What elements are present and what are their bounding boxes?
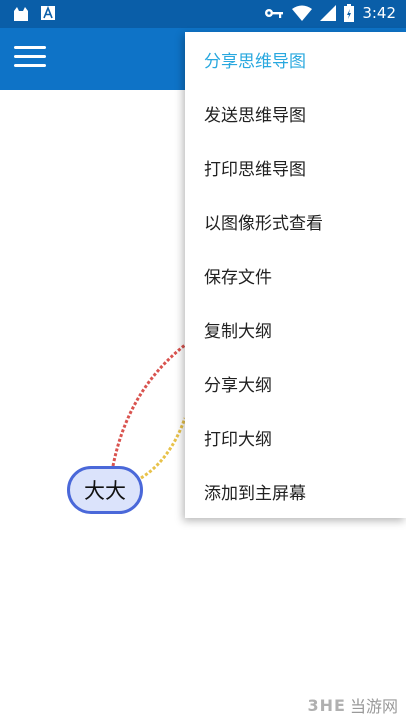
watermark-text: 当游网 — [349, 697, 398, 716]
central-topic-label: 大大 — [84, 479, 126, 503]
menu-item-add-to-home-screen[interactable]: 添加到主屏幕 — [185, 464, 406, 518]
watermark: 3HE 当游网 — [308, 693, 398, 717]
status-time: 3:42 — [362, 4, 396, 22]
menu-item-send-mindmap[interactable]: 发送思维导图 — [185, 86, 406, 140]
status-right-icons: 3:42 — [264, 4, 396, 22]
menu-item-label: 分享思维导图 — [204, 51, 306, 72]
branch-line-red — [111, 343, 186, 467]
key-icon — [265, 9, 284, 18]
menu-item-save-file[interactable]: 保存文件 — [185, 248, 406, 302]
menu-item-label: 分享大纲 — [204, 375, 272, 396]
status-bar: 3:42 — [0, 0, 406, 28]
signal-icon — [320, 5, 337, 21]
menu-item-print-mindmap[interactable]: 打印思维导图 — [185, 140, 406, 194]
watermark-logo: 3HE — [307, 695, 346, 715]
font-app-icon — [41, 5, 55, 20]
branch-line-yellow — [140, 417, 187, 480]
wifi-icon — [292, 5, 313, 21]
menu-item-share-mindmap[interactable]: 分享思维导图 — [185, 32, 406, 86]
menu-item-label: 发送思维导图 — [204, 105, 306, 126]
menu-item-share-outline[interactable]: 分享大纲 — [185, 356, 406, 410]
menu-item-label: 以图像形式查看 — [204, 213, 323, 234]
central-topic-node[interactable]: 大大 — [67, 466, 143, 514]
menu-item-label: 复制大纲 — [204, 321, 272, 342]
battery-icon — [344, 4, 355, 22]
menu-item-label: 保存文件 — [204, 267, 272, 288]
cat-app-icon — [14, 7, 28, 21]
status-left-icons — [12, 5, 56, 23]
menu-item-copy-outline[interactable]: 复制大纲 — [185, 302, 406, 356]
menu-item-label: 打印大纲 — [204, 429, 272, 450]
menu-item-label: 添加到主屏幕 — [204, 483, 306, 504]
menu-item-label: 打印思维导图 — [204, 159, 306, 180]
menu-item-print-outline[interactable]: 打印大纲 — [185, 410, 406, 464]
overflow-menu: 分享思维导图 发送思维导图 打印思维导图 以图像形式查看 保存文件 复制大纲 分… — [185, 32, 406, 518]
menu-item-view-as-image[interactable]: 以图像形式查看 — [185, 194, 406, 248]
hamburger-menu-icon[interactable] — [14, 46, 46, 72]
